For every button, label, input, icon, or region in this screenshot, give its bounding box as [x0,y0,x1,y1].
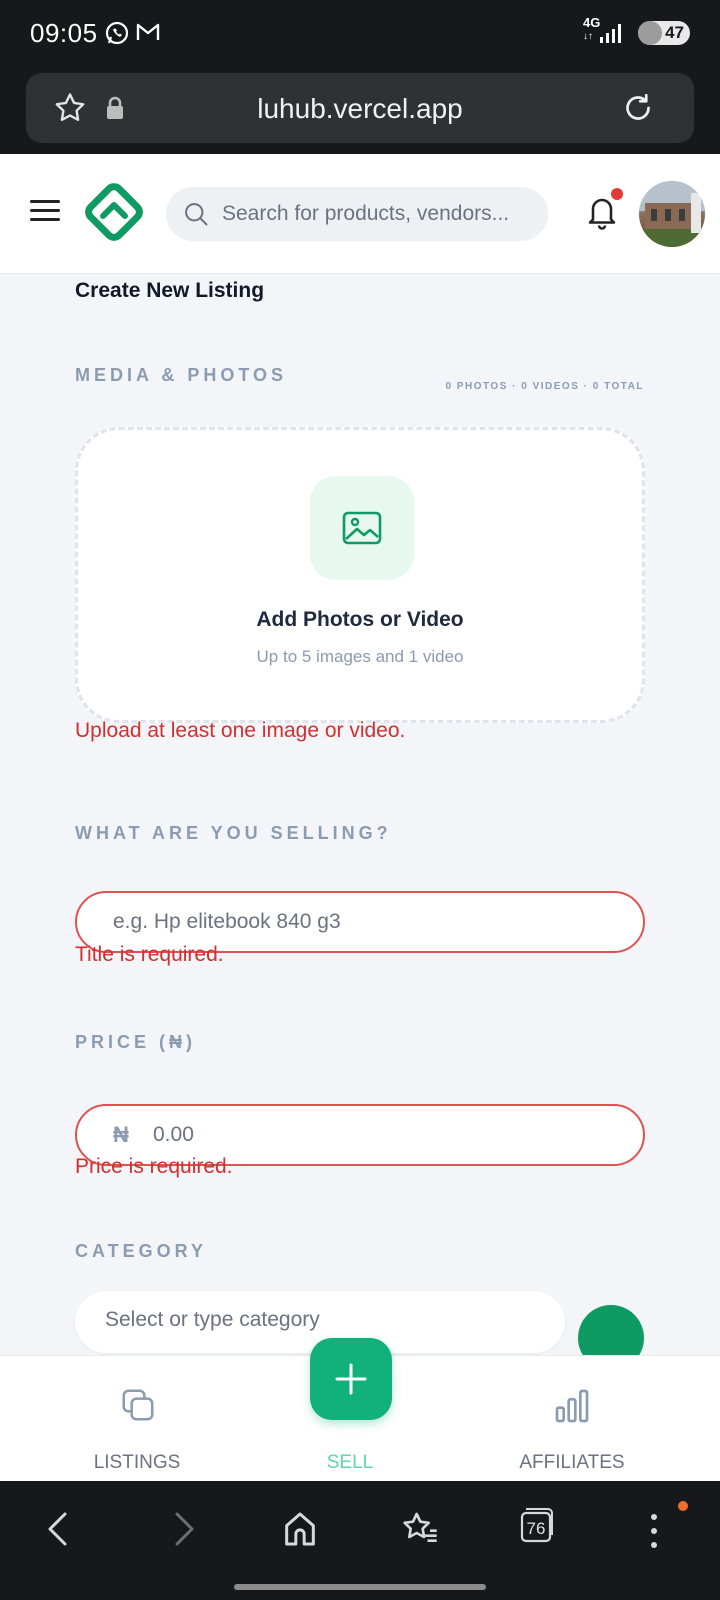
battery-icon: 47 [638,21,690,45]
nav-affiliates[interactable]: AFFILIATES [472,1356,672,1482]
favorites-icon[interactable] [400,1507,440,1551]
listings-icon [122,1389,154,1421]
media-counts: 0 PHOTOS · 0 VIDEOS · 0 TOTAL [445,381,644,392]
reload-icon[interactable] [620,90,656,126]
battery-level: 47 [665,23,684,42]
nav-sell-label[interactable]: SELL [290,1452,410,1474]
nav-listings-label: LISTINGS [93,1452,181,1473]
home-icon[interactable] [280,1507,320,1551]
image-upload-button[interactable] [310,476,414,580]
title-label: WHAT ARE YOU SELLING? [75,823,392,843]
media-error: Upload at least one image or video. [75,719,406,742]
gmail-icon [136,23,160,40]
browser-toolbar: luhub.vercel.app [0,62,720,154]
naira-symbol: ₦ [113,1122,129,1147]
whatsapp-icon [105,21,129,45]
avatar-photo [639,181,705,247]
search-bar[interactable] [166,187,548,241]
plus-icon [335,1363,367,1395]
tab-count: 76 [526,1519,546,1538]
title-error: Title is required. [75,943,224,966]
battery-fill [638,21,663,45]
dropzone-title: Add Photos or Video [256,608,464,631]
status-time: 09:05 [30,18,98,48]
gesture-bar[interactable] [234,1584,486,1590]
bar-chart-icon [555,1389,589,1423]
price-label: PRICE (₦) [75,1032,196,1052]
signal-icon [600,24,621,43]
url-text[interactable]: luhub.vercel.app [26,93,694,125]
add-category-button[interactable] [578,1305,644,1355]
media-dropzone[interactable]: Add Photos or Video Up to 5 images and 1… [75,427,645,723]
back-icon[interactable] [40,1507,80,1551]
search-input[interactable] [222,187,542,241]
browser-bottom-bar: 76 [0,1481,720,1600]
more-icon[interactable] [646,1511,662,1551]
price-error: Price is required. [75,1155,233,1178]
forward-icon[interactable] [162,1507,202,1551]
notification-dot [611,188,623,200]
dropzone-subtitle: Up to 5 images and 1 video [256,647,464,666]
logo-icon[interactable] [82,180,146,244]
search-icon [185,203,208,226]
page-title: Create New Listing [75,279,265,302]
address-bar[interactable]: luhub.vercel.app [26,73,694,143]
tabs-icon[interactable]: 76 [516,1505,556,1549]
avatar[interactable] [639,181,705,247]
nav-affiliates-label: AFFILIATES [519,1452,625,1473]
category-placeholder: Select or type category [105,1308,320,1331]
menu-icon[interactable] [30,200,60,224]
nav-listings[interactable]: LISTINGS [37,1356,237,1482]
category-label: CATEGORY [75,1241,208,1261]
bottom-nav: LISTINGS SELL AFFILIATES [0,1338,720,1482]
media-label: MEDIA & PHOTOS [75,365,288,385]
app-header [0,154,720,274]
create-listing-form: Create New Listing MEDIA & PHOTOS 0 PHOT… [0,275,720,1355]
sell-button[interactable] [310,1338,392,1420]
status-bar: 09:05 4G ↓↑ 47 [0,0,720,62]
image-icon [342,511,382,545]
menu-notification-dot [678,1501,688,1511]
